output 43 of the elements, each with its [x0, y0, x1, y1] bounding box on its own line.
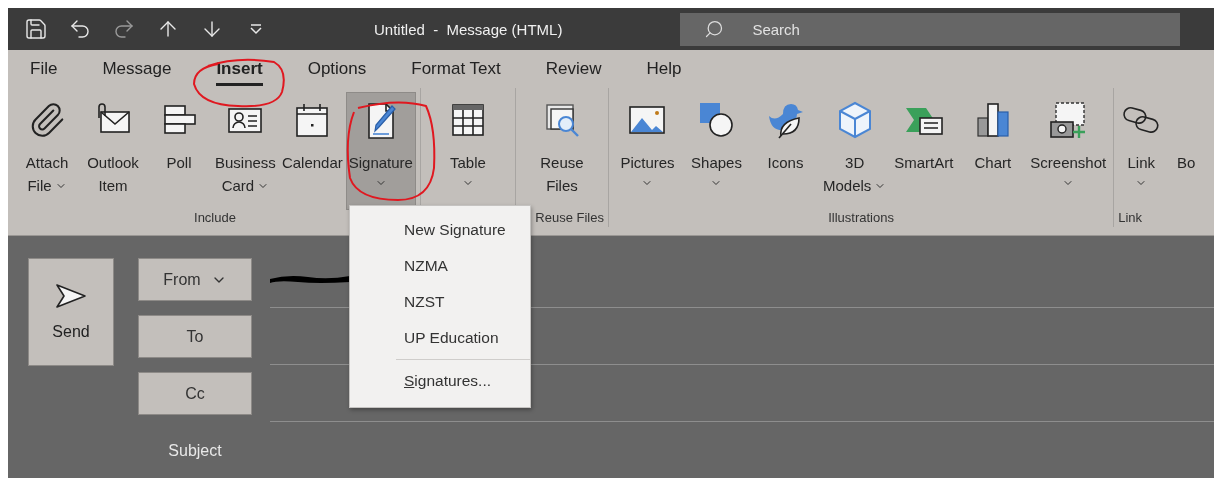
ribbon-button[interactable]: Business Card	[212, 92, 279, 210]
menu-item[interactable]: NZMA	[350, 248, 530, 284]
ribbon-tab[interactable]: Format Text	[411, 59, 501, 86]
ribbon-button[interactable]: Chart	[958, 92, 1028, 210]
to-button[interactable]: To	[138, 315, 252, 358]
ribbon-tab[interactable]: Message	[102, 59, 172, 86]
ribbon-button[interactable]: Icons	[750, 92, 820, 210]
menu-item[interactable]: New Signature	[350, 212, 530, 248]
ribbon-button[interactable]: Signature	[345, 92, 416, 210]
ribbon-button[interactable]: Link	[1118, 92, 1165, 210]
ribbon-button[interactable]: Reuse Files	[519, 92, 604, 210]
ribbon-button[interactable]: Screenshot	[1027, 92, 1110, 210]
ribbon-button[interactable]: Attach File	[14, 92, 80, 210]
ribbon-button[interactable]: Outlook Item	[80, 92, 146, 210]
group-label: Include	[194, 210, 236, 227]
ribbon-tab[interactable]: Review	[545, 59, 602, 86]
send-button[interactable]: Send	[28, 258, 114, 366]
ribbon-tab[interactable]: File	[30, 59, 58, 86]
ribbon-button[interactable]: Poll	[146, 92, 212, 210]
ribbon-tab[interactable]: Help	[646, 59, 682, 86]
group-label: Illustrations	[828, 210, 894, 227]
cc-button[interactable]: Cc	[138, 372, 252, 415]
ribbon-tab[interactable]: Options	[307, 59, 367, 86]
ribbon-tab[interactable]: Insert	[216, 59, 263, 86]
group-label: Reuse Files	[535, 210, 604, 227]
group-label: Link	[1118, 210, 1143, 227]
menu-item[interactable]: UP Education	[350, 320, 530, 356]
ribbon-button[interactable]: Bo	[1164, 92, 1209, 210]
ribbon-button[interactable]: Pictures	[612, 92, 682, 210]
search-icon	[704, 18, 725, 39]
ribbon-button[interactable]: SmartArt	[889, 92, 959, 210]
ribbon-button[interactable]: Table	[424, 92, 511, 210]
window-title: Untitled - Message (HTML)	[374, 20, 563, 38]
from-button[interactable]: From	[138, 258, 252, 301]
subject-label: Subject	[167, 440, 223, 461]
menu-item[interactable]: Signatures...	[350, 363, 530, 399]
save-icon[interactable]	[24, 16, 48, 42]
ribbon-button[interactable]: 3D Models	[819, 92, 890, 210]
menu-item[interactable]: NZST	[350, 284, 530, 320]
search-field[interactable]: Search	[680, 12, 1181, 46]
ribbon-button[interactable]: Calendar	[278, 92, 346, 210]
ribbon-button[interactable]: Shapes	[681, 92, 751, 210]
send-icon	[55, 283, 87, 309]
